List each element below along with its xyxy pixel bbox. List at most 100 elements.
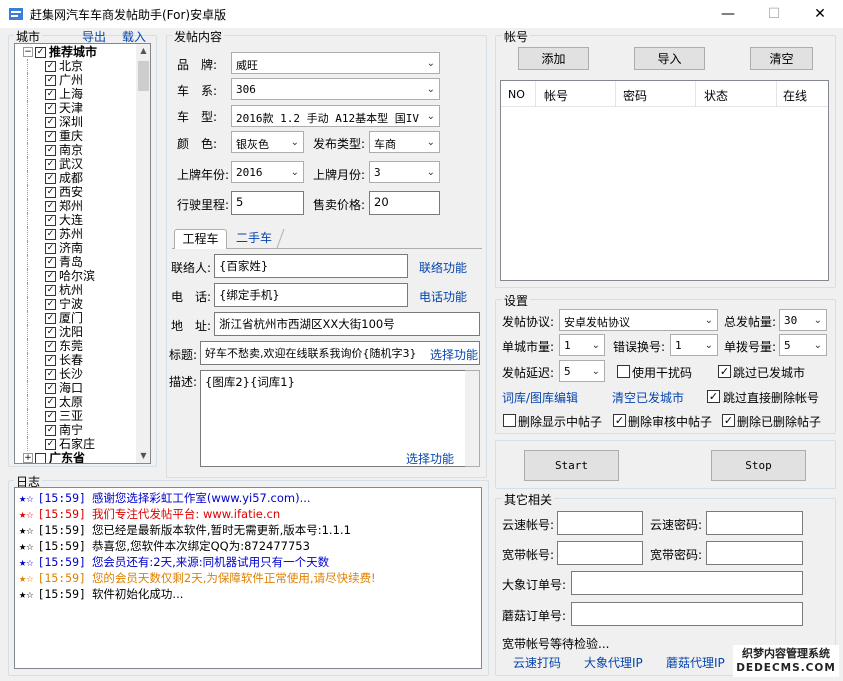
phone-link[interactable]: 电话功能 [419,288,467,305]
tree-group-recommended[interactable]: − ✓ 推荐城市 [23,45,139,59]
tree-item-city[interactable]: ✓ 济南 [23,241,139,255]
yun-acc-input[interactable] [557,511,643,535]
tree-item-city[interactable]: ✓ 宁波 [23,297,139,311]
mg-order-input[interactable] [571,602,803,626]
tree-group-guangdong[interactable]: + 广东省 [23,451,139,463]
city-count-select[interactable]: 1 ⌄ [559,334,605,356]
start-button[interactable]: Start [524,450,619,481]
color-select[interactable]: 银灰色 ⌄ [231,131,304,153]
import-account-button[interactable]: 导入 [634,47,705,70]
check-icon[interactable]: ✓ [45,186,56,198]
check-icon[interactable]: ✓ [35,46,46,58]
col-online[interactable]: 在线 [783,87,807,104]
col-password[interactable]: 密码 [623,87,647,104]
dial-select[interactable]: 5 ⌄ [779,334,827,356]
tree-item-city[interactable]: ✓ 北京 [23,59,139,73]
tree-item-city[interactable]: ✓ 厦门 [23,311,139,325]
tree-item-city[interactable]: ✓ 三亚 [23,409,139,423]
tree-item-city[interactable]: ✓ 重庆 [23,129,139,143]
mileage-input[interactable]: 5 [231,191,304,215]
check-icon[interactable]: ✓ [45,256,56,268]
scroll-down-icon[interactable]: ▼ [136,449,150,463]
check-icon[interactable]: ✓ [45,396,56,408]
check-icon[interactable]: ✓ [45,312,56,324]
type-select[interactable]: 车商 ⌄ [369,131,440,153]
check-icon[interactable]: ✓ [45,88,56,100]
bb-pwd-input[interactable] [706,541,803,565]
tab-engineering[interactable]: 工程车 [174,229,227,249]
tree-item-city[interactable]: ✓ 苏州 [23,227,139,241]
check-icon[interactable]: ✓ [45,200,56,212]
check-icon[interactable]: ✓ [45,214,56,226]
tree-item-city[interactable]: ✓ 哈尔滨 [23,269,139,283]
check-icon[interactable]: ✓ [45,144,56,156]
check-icon[interactable]: ✓ [45,158,56,170]
price-input[interactable]: 20 [369,191,440,215]
tree-item-city[interactable]: ✓ 沈阳 [23,325,139,339]
check-icon[interactable] [35,452,46,463]
tree-item-city[interactable]: ✓ 上海 [23,87,139,101]
check-icon[interactable]: ✓ [45,228,56,240]
tree-item-city[interactable]: ✓ 大连 [23,213,139,227]
model-select[interactable]: 2016款 1.2 手动 A12基本型 国IV ⌄ [231,105,440,127]
yun-pwd-input[interactable] [706,511,803,535]
check-icon[interactable]: ✓ [45,382,56,394]
check-icon[interactable]: ✓ [45,340,56,352]
check-icon[interactable]: ✓ [45,172,56,184]
maximize-button[interactable]: ☐ [751,0,797,28]
tree-item-city[interactable]: ✓ 西安 [23,185,139,199]
tree-item-city[interactable]: ✓ 成都 [23,171,139,185]
collapse-icon[interactable]: − [23,47,33,57]
skip-delete-checkbox[interactable]: ✓ [707,390,720,403]
contact-link[interactable]: 联络功能 [419,259,467,276]
tree-item-city[interactable]: ✓ 广州 [23,73,139,87]
check-icon[interactable]: ✓ [45,270,56,282]
city-scrollbar[interactable]: ▲ ▼ [136,44,150,463]
close-button[interactable]: ✕ [797,0,843,28]
tree-item-city[interactable]: ✓ 郑州 [23,199,139,213]
check-icon[interactable]: ✓ [45,424,56,436]
tree-item-city[interactable]: ✓ 长春 [23,353,139,367]
del-deleted-checkbox[interactable]: ✓ [722,414,735,427]
tree-item-city[interactable]: ✓ 长沙 [23,367,139,381]
library-edit-link[interactable]: 词库/图库编辑 [502,389,578,406]
delay-select[interactable]: 5 ⌄ [559,360,605,382]
tree-item-city[interactable]: ✓ 武汉 [23,157,139,171]
scroll-thumb[interactable] [138,61,149,91]
tree-item-city[interactable]: ✓ 青岛 [23,255,139,269]
addr-input[interactable]: 浙江省杭州市西湖区XX大街100号 [214,312,480,336]
skip-city-checkbox[interactable]: ✓ [718,365,731,378]
protocol-select[interactable]: 安卓发帖协议 ⌄ [559,309,718,331]
desc-scrollbar[interactable] [465,370,480,467]
del-show-checkbox[interactable] [503,414,516,427]
del-review-checkbox[interactable]: ✓ [613,414,626,427]
check-icon[interactable]: ✓ [45,438,56,450]
interfere-checkbox[interactable] [617,365,630,378]
check-icon[interactable]: ✓ [45,130,56,142]
minimize-button[interactable]: — [705,0,751,28]
check-icon[interactable]: ✓ [45,326,56,338]
check-icon[interactable]: ✓ [45,74,56,86]
tree-item-city[interactable]: ✓ 石家庄 [23,437,139,451]
dx-order-input[interactable] [571,571,803,595]
check-icon[interactable]: ✓ [45,60,56,72]
check-icon[interactable]: ✓ [45,242,56,254]
desc-link[interactable]: 选择功能 [406,450,454,467]
tree-item-city[interactable]: ✓ 深圳 [23,115,139,129]
check-icon[interactable]: ✓ [45,102,56,114]
subject-link[interactable]: 选择功能 [428,346,479,363]
err-select[interactable]: 1 ⌄ [670,334,718,356]
check-icon[interactable]: ✓ [45,284,56,296]
check-icon[interactable]: ✓ [45,354,56,366]
col-no[interactable]: NO [508,88,525,101]
mg-proxy-link[interactable]: 蘑菇代理IP [666,654,725,671]
yun-captcha-link[interactable]: 云速打码 [513,654,561,671]
tree-item-city[interactable]: ✓ 南京 [23,143,139,157]
add-account-button[interactable]: 添加 [518,47,589,70]
series-select[interactable]: 306 ⌄ [231,78,440,100]
check-icon[interactable]: ✓ [45,298,56,310]
month-select[interactable]: 3 ⌄ [369,161,440,183]
tree-item-city[interactable]: ✓ 海口 [23,381,139,395]
phone-input[interactable]: {绑定手机} [214,283,408,307]
dx-proxy-link[interactable]: 大象代理IP [584,654,643,671]
